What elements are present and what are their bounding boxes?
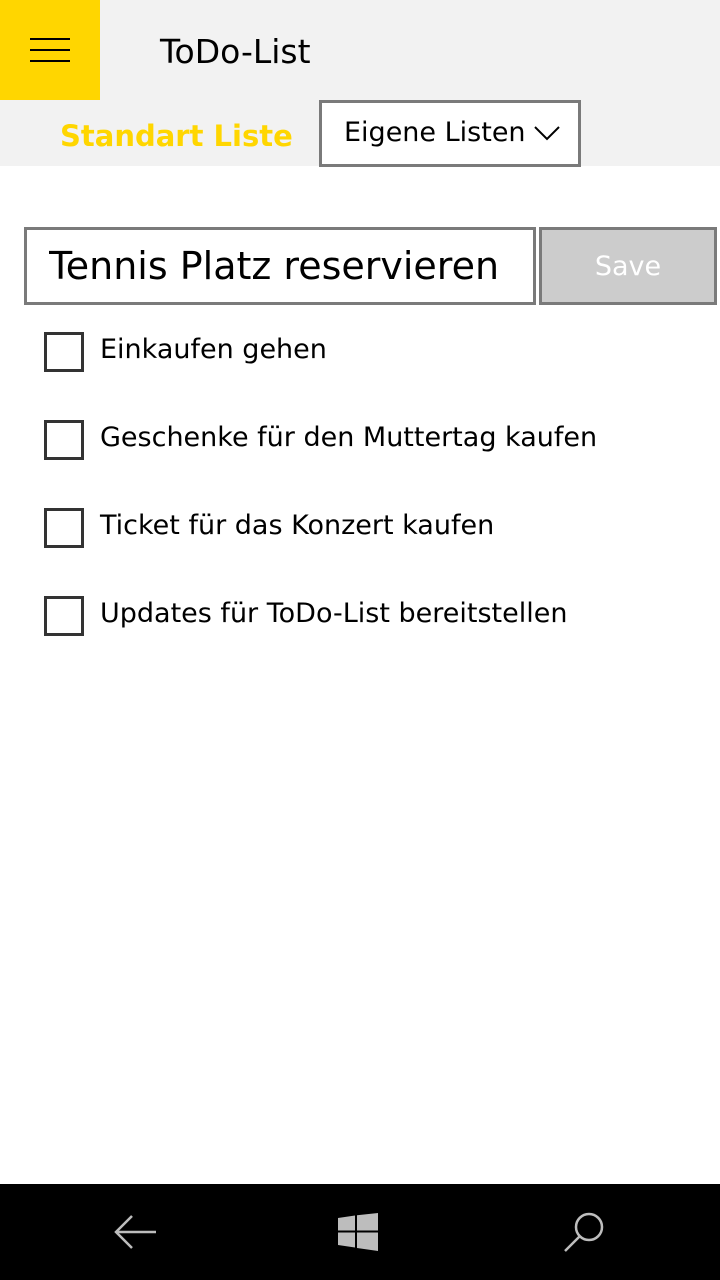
todo-checkbox[interactable]	[44, 420, 84, 460]
search-button[interactable]	[556, 1204, 612, 1260]
todo-checkbox[interactable]	[44, 332, 84, 372]
todo-label: Updates für ToDo-List bereitstellen	[100, 598, 568, 629]
todo-checkbox[interactable]	[44, 596, 84, 636]
system-navigation-bar	[0, 1184, 720, 1280]
windows-logo-icon	[338, 1213, 378, 1251]
chevron-down-icon	[534, 126, 560, 141]
app-title: ToDo-List	[160, 32, 311, 71]
home-button[interactable]	[330, 1204, 386, 1260]
back-button[interactable]	[108, 1204, 164, 1260]
app-header: ToDo-List Standart Liste Eigene Listen	[0, 0, 720, 167]
todo-label: Geschenke für den Muttertag kaufen	[100, 422, 598, 453]
tab-standard-list[interactable]: Standart Liste	[60, 116, 293, 156]
search-icon	[564, 1212, 604, 1252]
todo-item[interactable]: Einkaufen gehen	[0, 318, 720, 406]
hamburger-menu-button[interactable]	[0, 0, 100, 100]
screen: ToDo-List Standart Liste Eigene Listen S…	[0, 0, 720, 1280]
todo-checkbox[interactable]	[44, 508, 84, 548]
new-task-input[interactable]	[24, 227, 536, 305]
todo-label: Einkaufen gehen	[100, 334, 327, 365]
todo-list: Einkaufen gehen Geschenke für den Mutter…	[0, 318, 720, 670]
dropdown-selected-value: Eigene Listen	[344, 117, 526, 148]
hamburger-icon	[30, 38, 70, 62]
new-task-row: Save	[24, 227, 717, 305]
custom-lists-dropdown[interactable]: Eigene Listen	[319, 100, 581, 167]
save-button[interactable]: Save	[539, 227, 717, 305]
todo-label: Ticket für das Konzert kaufen	[100, 510, 495, 541]
todo-item[interactable]: Geschenke für den Muttertag kaufen	[0, 406, 720, 494]
todo-item[interactable]: Updates für ToDo-List bereitstellen	[0, 582, 720, 670]
back-arrow-icon	[114, 1215, 156, 1249]
todo-item[interactable]: Ticket für das Konzert kaufen	[0, 494, 720, 582]
